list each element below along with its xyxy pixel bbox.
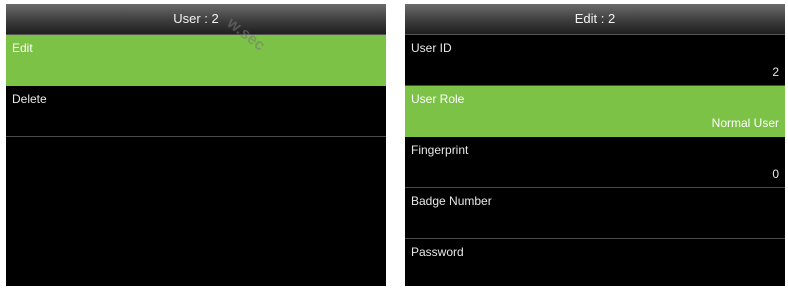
field-password[interactable]: Password [405, 239, 785, 286]
field-user-id[interactable]: User ID 2 [405, 35, 785, 86]
field-password-label: Password [411, 245, 464, 259]
user-menu-title: User : 2 [6, 4, 386, 35]
field-fingerprint-value: 0 [772, 167, 779, 181]
field-user-role[interactable]: User Role Normal User [405, 86, 785, 137]
menu-item-delete-label: Delete [12, 92, 47, 106]
menu-item-edit[interactable]: Edit [6, 35, 386, 86]
menu-item-delete[interactable]: Delete [6, 86, 386, 137]
user-menu-screen: User : 2 Edit Delete [6, 4, 386, 286]
field-user-id-label: User ID [411, 41, 452, 55]
field-user-role-value: Normal User [711, 116, 779, 130]
edit-user-screen: Edit : 2 User ID 2 User Role Normal User… [405, 4, 785, 286]
field-badge-number-label: Badge Number [411, 194, 492, 208]
field-user-id-value: 2 [772, 65, 779, 79]
field-user-role-label: User Role [411, 92, 465, 106]
field-badge-number[interactable]: Badge Number [405, 188, 785, 239]
menu-item-edit-label: Edit [12, 41, 33, 55]
field-fingerprint-label: Fingerprint [411, 143, 469, 157]
edit-user-title: Edit : 2 [405, 4, 785, 35]
field-fingerprint[interactable]: Fingerprint 0 [405, 137, 785, 188]
